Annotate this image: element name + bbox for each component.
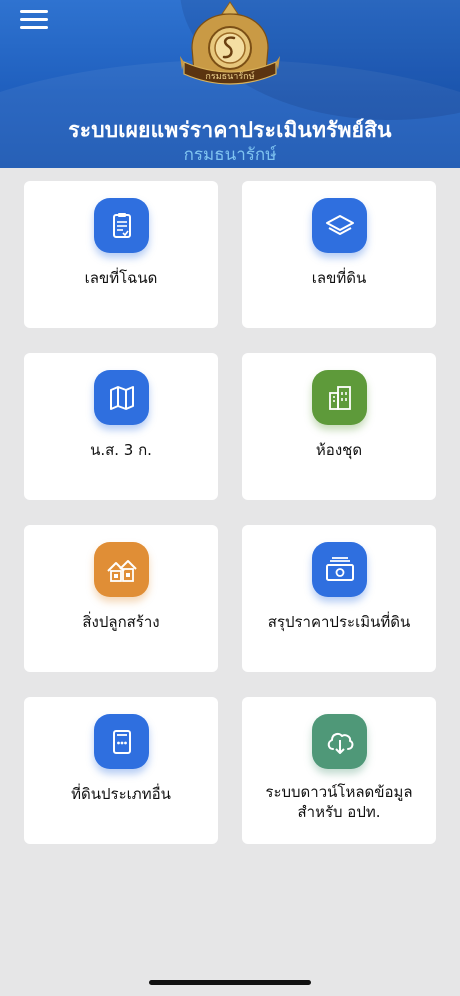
buildings-icon [312, 370, 367, 425]
menu-card-buildings[interactable]: สิ่งปลูกสร้าง [24, 525, 218, 672]
menu-card-label: สรุปราคาประเมินที่ดิน [267, 613, 411, 631]
money-icon [312, 542, 367, 597]
home-indicator[interactable] [149, 980, 311, 985]
cloud-download-icon [312, 714, 367, 769]
menu-card-label-line1: ระบบดาวน์โหลดข้อมูล [265, 783, 413, 801]
menu-line [20, 10, 48, 13]
menu-line [20, 26, 48, 29]
treasury-department-logo: กรมธนารักษ์ [180, 1, 280, 85]
form-icon [94, 714, 149, 769]
menu-card-land-number[interactable]: เลขที่ดิน [242, 181, 436, 328]
menu-card-deed-number[interactable]: เลขที่โฉนด [24, 181, 218, 328]
svg-text:กรมธนารักษ์: กรมธนารักษ์ [205, 70, 254, 82]
menu-card-label: ระบบดาวน์โหลดข้อมูล สำหรับ อปท. [246, 782, 432, 822]
menu-card-land-price-summary[interactable]: สรุปราคาประเมินที่ดิน [242, 525, 436, 672]
app-subtitle: กรมธนารักษ์ [183, 145, 277, 165]
menu-card-label: สิ่งปลูกสร้าง [82, 613, 160, 631]
menu-card-label: น.ส. 3 ก. [90, 441, 152, 459]
document-list-icon [94, 198, 149, 253]
layers-icon [312, 198, 367, 253]
hamburger-menu-button[interactable] [20, 10, 48, 32]
menu-card-label-line2: สำหรับ อปท. [297, 803, 381, 821]
menu-card-condominium[interactable]: ห้องชุด [242, 353, 436, 500]
map-icon [94, 370, 149, 425]
menu-line [20, 18, 48, 21]
menu-card-label: เลขที่ดิน [311, 269, 367, 287]
menu-card-label: เลขที่โฉนด [84, 269, 158, 287]
menu-card-label: ห้องชุด [315, 441, 363, 459]
menu-card-ns3k[interactable]: น.ส. 3 ก. [24, 353, 218, 500]
menu-card-label: ที่ดินประเภทอื่น [71, 785, 171, 803]
houses-icon [94, 542, 149, 597]
app-header: กรมธนารักษ์ ระบบเผยแพร่ราคาประเมินทรัพย์… [0, 0, 460, 168]
menu-card-other-land-type[interactable]: ที่ดินประเภทอื่น [24, 697, 218, 844]
menu-card-download-data[interactable]: ระบบดาวน์โหลดข้อมูล สำหรับ อปท. [242, 697, 436, 844]
